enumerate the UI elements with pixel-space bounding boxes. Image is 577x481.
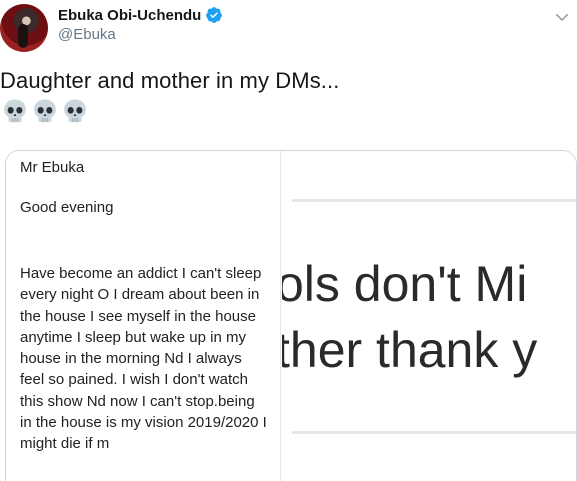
skull-icon: [4, 99, 26, 123]
dm-salutation: Good evening: [20, 199, 114, 216]
skull-icon: [64, 99, 86, 123]
fragment-line-2: ther thank y: [282, 322, 538, 378]
divider: [292, 431, 576, 434]
media-left-image[interactable]: Mr Ebuka Good evening Have become an add…: [6, 151, 281, 481]
tweet-media[interactable]: Mr Ebuka Good evening Have become an add…: [5, 150, 577, 481]
author-handle[interactable]: @Ebuka: [58, 26, 116, 43]
divider: [292, 199, 576, 202]
emoji-row: [2, 98, 88, 124]
verified-badge-icon: [206, 7, 223, 23]
avatar[interactable]: [0, 4, 48, 52]
media-right-image[interactable]: ols don't Mi ther thank y: [282, 151, 576, 481]
author-display-name[interactable]: Ebuka Obi-Uchendu: [58, 7, 201, 24]
dm-greeting: Mr Ebuka: [20, 159, 85, 176]
dm-body: Have become an addict I can't sleep ever…: [20, 265, 267, 453]
tweet-text: Daughter and mother in my DMs...: [0, 68, 340, 93]
author-name-row[interactable]: Ebuka Obi-Uchendu: [58, 6, 223, 24]
skull-icon: [34, 99, 56, 123]
fragment-line-1: ols don't Mi: [282, 256, 528, 312]
chevron-down-icon[interactable]: [553, 8, 571, 26]
